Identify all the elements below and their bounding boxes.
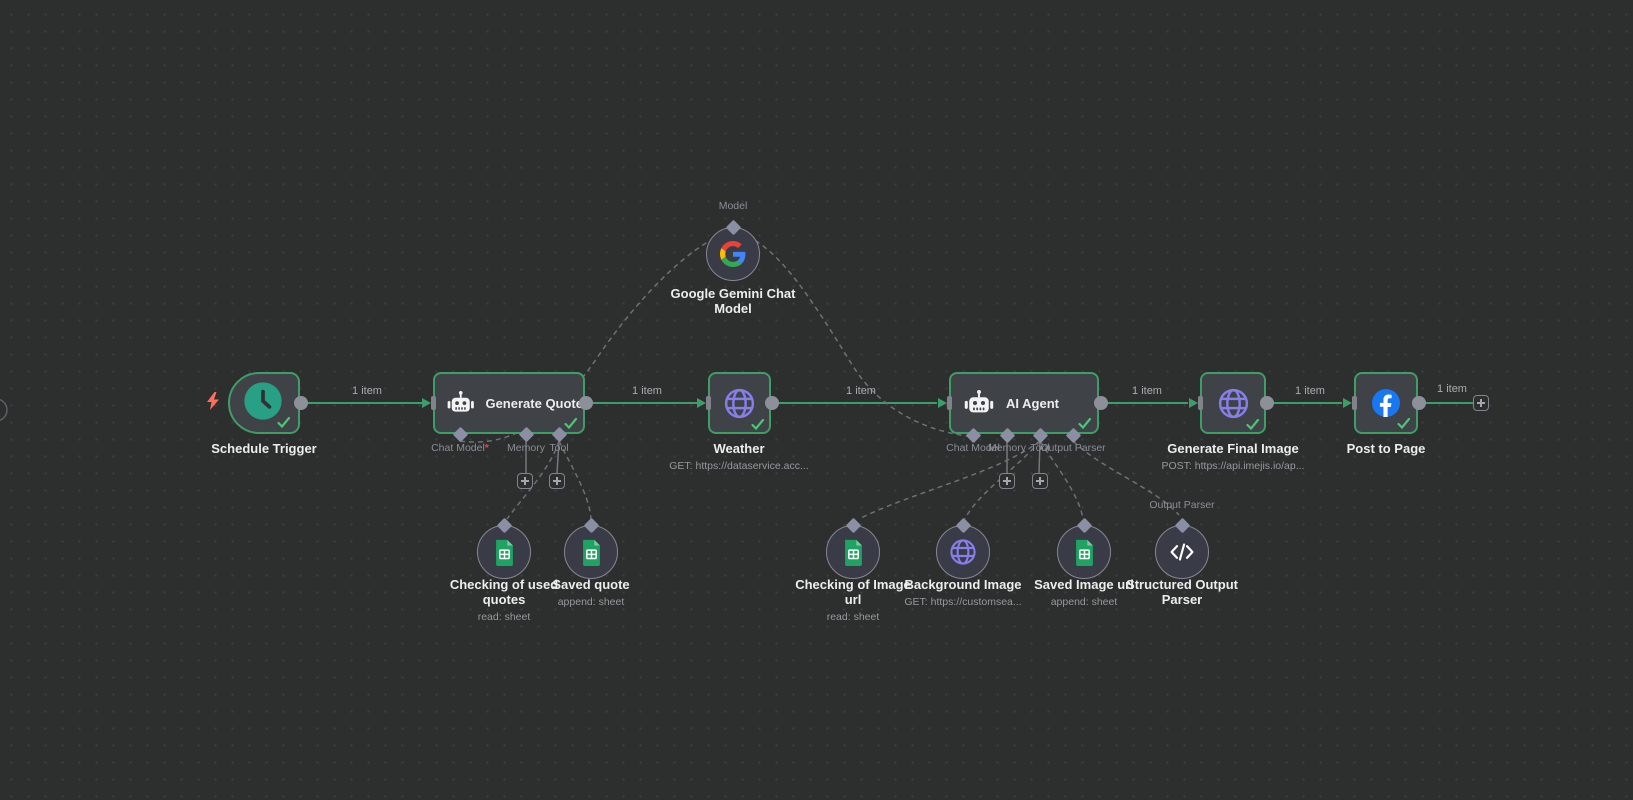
- node-label-post-to-page: Post to Page: [1347, 441, 1426, 456]
- output-port[interactable]: [765, 396, 779, 410]
- add-node-button[interactable]: [999, 473, 1015, 489]
- connection-item-count: 1 item: [846, 385, 876, 397]
- node-label-weather: Weather GET: https://dataservice.acc...: [669, 441, 808, 474]
- google-logo-icon: [720, 241, 746, 267]
- node-title-text: Google Gemini Chat Model: [671, 286, 796, 316]
- port-label-memory: Memory: [988, 442, 1026, 454]
- success-check-icon: [751, 419, 764, 430]
- node-title-text: Structured Output Parser: [1126, 577, 1238, 607]
- port-label-tool: Tool: [549, 442, 568, 454]
- port-label-output-parser: Output Parser: [1040, 442, 1105, 454]
- node-generate-final-image[interactable]: [1200, 372, 1266, 434]
- connection-arrow-icon: [697, 398, 706, 408]
- add-node-button[interactable]: [517, 473, 533, 489]
- node-title-text: Background Image: [904, 577, 1021, 592]
- google-sheets-icon: [842, 538, 865, 566]
- output-port[interactable]: [579, 396, 593, 410]
- node-schedule-trigger[interactable]: [228, 372, 300, 434]
- success-check-icon: [1078, 418, 1091, 429]
- input-port[interactable]: [1198, 396, 1203, 410]
- input-port[interactable]: [706, 396, 711, 410]
- output-port[interactable]: [294, 396, 308, 410]
- node-subtitle-text: read: sheet: [791, 610, 915, 625]
- facebook-icon: [1372, 389, 1400, 417]
- add-node-button[interactable]: [549, 473, 565, 489]
- port-label-output-parser: Output Parser: [1149, 499, 1214, 511]
- node-ai-agent[interactable]: AI Agent: [949, 372, 1099, 434]
- node-weather[interactable]: [708, 372, 771, 434]
- globe-icon: [947, 536, 979, 568]
- node-subtitle-text: read: sheet: [443, 610, 565, 625]
- workflow-canvas[interactable]: Schedule Trigger Generate Quote: [0, 0, 1633, 800]
- node-subtitle-text: GET: https://customsea...: [904, 595, 1021, 610]
- node-label-google-gemini: Google Gemini Chat Model: [667, 286, 799, 316]
- robot-icon: [963, 389, 995, 418]
- add-node-button[interactable]: [1473, 395, 1489, 411]
- node-title-text: Post to Page: [1347, 441, 1426, 456]
- globe-icon: [1215, 385, 1252, 422]
- node-subtitle-text: GET: https://dataservice.acc...: [669, 459, 808, 474]
- node-label-structured-output-parser: Structured Output Parser: [1118, 577, 1246, 607]
- node-title-text: AI Agent: [1006, 396, 1059, 411]
- code-brackets-icon: [1167, 537, 1197, 567]
- google-sheets-icon: [1073, 538, 1096, 566]
- success-check-icon: [1397, 418, 1410, 429]
- node-title-text: Checking of used quotes: [450, 577, 558, 607]
- node-label-background-image: Background Image GET: https://customsea.…: [904, 577, 1021, 610]
- connection-item-count: 1 item: [1437, 383, 1467, 395]
- node-label-checking-of-image-url: Checking of Image url read: sheet: [791, 577, 915, 625]
- success-check-icon: [277, 417, 290, 428]
- node-title-text: Checking of Image url: [795, 577, 911, 607]
- success-check-icon: [1246, 419, 1259, 430]
- trigger-bolt-icon: [206, 392, 220, 415]
- connection-item-count: 1 item: [632, 385, 662, 397]
- input-port[interactable]: [431, 396, 436, 410]
- connection-arrow-icon: [1189, 398, 1198, 408]
- node-post-to-page[interactable]: [1354, 372, 1418, 434]
- connection-arrow-icon: [1343, 398, 1352, 408]
- google-sheets-icon: [493, 538, 516, 566]
- input-port[interactable]: [1352, 396, 1357, 410]
- node-title-text: Generate Final Image: [1167, 441, 1299, 456]
- output-port[interactable]: [1260, 396, 1274, 410]
- node-title-text: Generate Quote: [485, 396, 583, 411]
- node-title-text: Weather: [713, 441, 764, 456]
- add-node-button[interactable]: [1032, 473, 1048, 489]
- connection-item-count: 1 item: [1132, 385, 1162, 397]
- node-label-schedule-trigger: Schedule Trigger: [211, 441, 316, 456]
- node-title-text: Schedule Trigger: [211, 441, 316, 456]
- port-label-chat-model: Chat Model*: [431, 442, 489, 454]
- connection-arrow-icon: [422, 398, 431, 408]
- input-port[interactable]: [947, 396, 952, 410]
- port-label-memory: Memory: [507, 442, 545, 454]
- node-title-text: Saved quote: [552, 577, 629, 592]
- connection-arrow-icon: [938, 398, 947, 408]
- port-label-model: Model: [719, 200, 748, 212]
- edge-partial-circle: [0, 399, 7, 421]
- globe-icon: [721, 385, 758, 422]
- output-port[interactable]: [1412, 396, 1426, 410]
- success-check-icon: [564, 418, 577, 429]
- google-sheets-icon: [580, 538, 603, 566]
- node-label-generate-final-image: Generate Final Image POST: https://api.i…: [1162, 441, 1305, 474]
- required-marker: *: [485, 442, 489, 454]
- node-label-checking-of-used-quotes: Checking of used quotes read: sheet: [443, 577, 565, 625]
- connection-item-count: 1 item: [1295, 385, 1325, 397]
- node-subtitle-text: POST: https://api.imejis.io/ap...: [1162, 459, 1305, 474]
- clock-icon: [242, 380, 284, 422]
- node-subtitle-text: append: sheet: [552, 595, 629, 610]
- connection-item-count: 1 item: [352, 385, 382, 397]
- node-label-saved-quote: Saved quote append: sheet: [552, 577, 629, 610]
- node-generate-quote[interactable]: Generate Quote: [433, 372, 585, 434]
- output-port[interactable]: [1094, 396, 1108, 410]
- robot-icon: [446, 389, 475, 418]
